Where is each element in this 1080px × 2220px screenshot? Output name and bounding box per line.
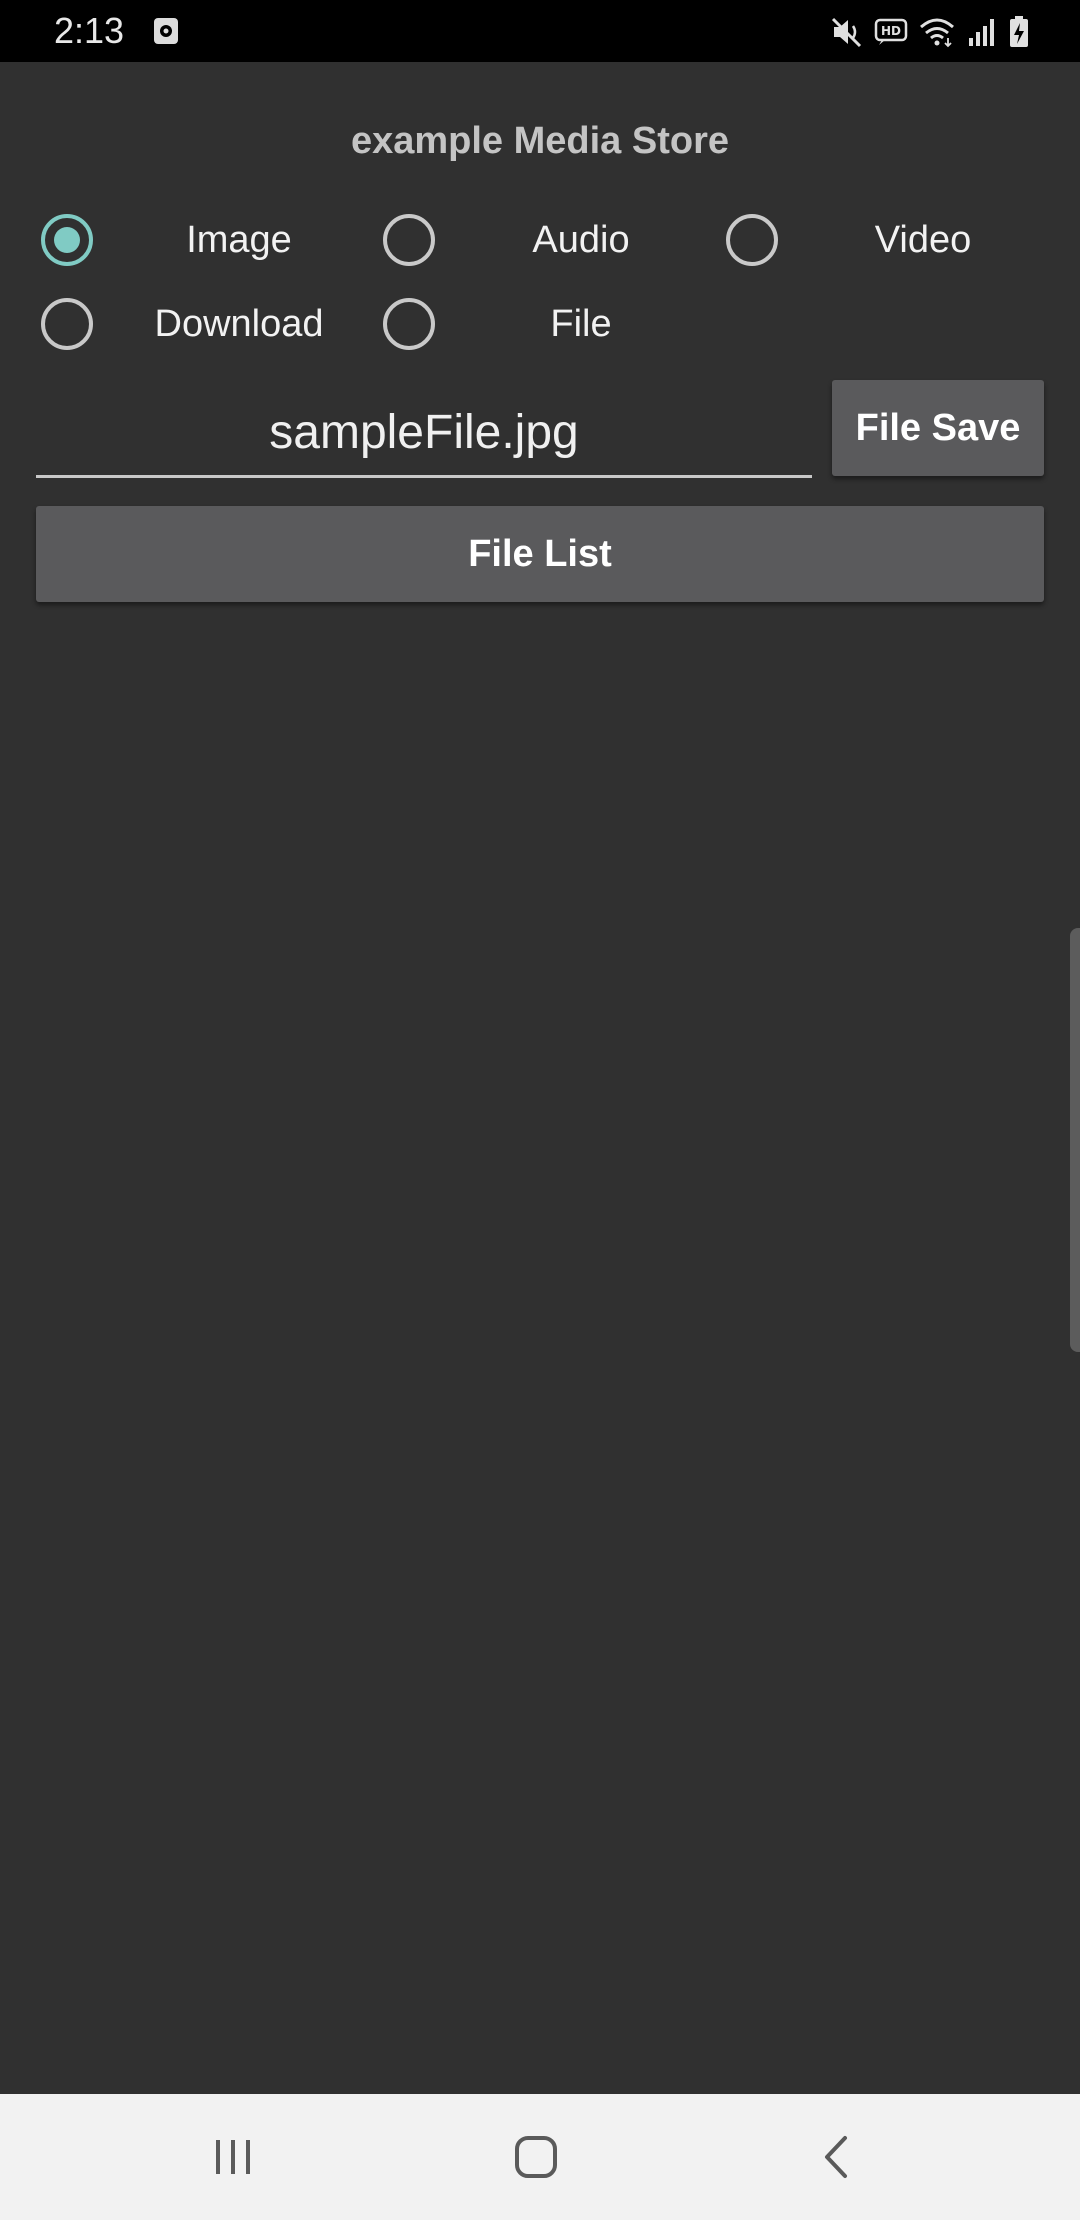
back-icon — [825, 2136, 847, 2178]
wifi-icon — [920, 18, 954, 48]
navigation-bar — [0, 2094, 1080, 2220]
radio-file[interactable] — [383, 298, 435, 350]
radio-audio[interactable] — [383, 214, 435, 266]
status-icons: HD — [830, 14, 1030, 50]
radio-download[interactable] — [41, 298, 93, 350]
home-button[interactable] — [506, 2127, 566, 2187]
status-bar: 2:13 HD — [0, 0, 1080, 62]
radio-label-file[interactable]: File — [471, 298, 691, 350]
radio-image[interactable] — [41, 214, 93, 266]
radio-label-image[interactable]: Image — [129, 214, 349, 266]
file-list-button[interactable]: File List — [36, 506, 1044, 602]
radio-video[interactable] — [726, 214, 778, 266]
battery-charging-icon — [1010, 16, 1028, 47]
recents-icon — [216, 2140, 250, 2174]
hd-voice-icon: HD — [874, 18, 908, 45]
radio-label-video[interactable]: Video — [813, 214, 1033, 266]
signal-icon — [969, 19, 994, 46]
app-content: example Media Store Image Audio Video Do… — [0, 62, 1080, 2094]
app-title: example Media Store — [350, 120, 730, 162]
mute-icon — [831, 17, 862, 48]
radio-label-audio[interactable]: Audio — [471, 214, 691, 266]
file-save-button[interactable]: File Save — [832, 380, 1044, 476]
screen-recorder-icon — [154, 18, 178, 44]
back-button[interactable] — [808, 2127, 868, 2187]
edge-panel-handle[interactable] — [1070, 928, 1080, 1352]
filename-input[interactable] — [36, 390, 812, 478]
status-time: 2:13 — [54, 10, 125, 51]
radio-label-download[interactable]: Download — [129, 298, 349, 350]
home-icon — [515, 2136, 557, 2178]
svg-text:HD: HD — [881, 24, 901, 38]
recents-button[interactable] — [203, 2127, 263, 2187]
